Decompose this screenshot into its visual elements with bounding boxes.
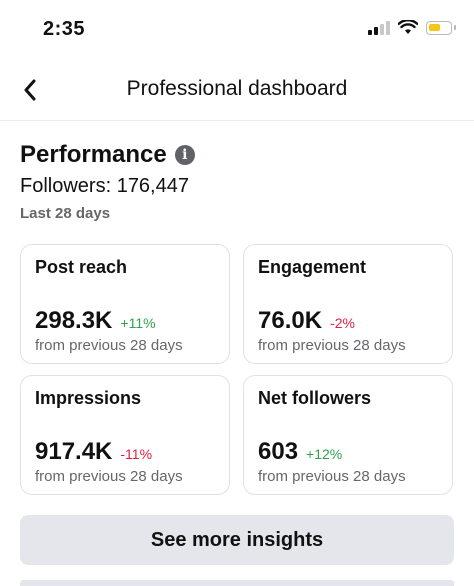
metric-value-row: 603 +12% xyxy=(258,438,342,466)
date-range-label: Last 28 days xyxy=(20,205,111,222)
battery-low-icon xyxy=(426,20,456,35)
metric-card-net-followers[interactable]: Net followers 603 +12% from previous 28 … xyxy=(243,375,453,495)
performance-heading: Performance i xyxy=(20,141,195,169)
metric-comparison: from previous 28 days xyxy=(35,468,183,485)
metric-delta: +12% xyxy=(306,446,343,462)
metric-comparison: from previous 28 days xyxy=(258,337,406,354)
status-time: 2:35 xyxy=(43,18,86,40)
status-bar: 2:35 xyxy=(0,0,474,60)
performance-title: Performance xyxy=(20,141,167,168)
metric-card-engagement[interactable]: Engagement 76.0K -2% from previous 28 da… xyxy=(243,244,453,364)
metric-value-row: 917.4K -11% xyxy=(35,438,152,466)
metric-label: Net followers xyxy=(258,388,372,408)
info-icon[interactable]: i xyxy=(174,145,195,165)
metric-value-row: 298.3K +11% xyxy=(35,307,156,335)
metric-delta: -2% xyxy=(330,315,355,331)
metric-card-post-reach[interactable]: Post reach 298.3K +11% from previous 28 … xyxy=(20,244,230,364)
metric-card-impressions[interactable]: Impressions 917.4K -11% from previous 28… xyxy=(20,375,230,495)
metric-value: 298.3K xyxy=(35,307,113,334)
metric-delta: -11% xyxy=(120,446,153,462)
metric-label: Impressions xyxy=(35,388,142,408)
metric-label: Post reach xyxy=(35,257,128,277)
followers-count: Followers: 176,447 xyxy=(20,175,189,197)
metric-value: 917.4K xyxy=(35,438,113,465)
metric-delta: +11% xyxy=(120,315,156,331)
metric-label: Engagement xyxy=(258,257,367,277)
see-more-insights-button[interactable]: See more insights xyxy=(20,515,454,565)
metric-comparison: from previous 28 days xyxy=(258,468,406,485)
metric-value-row: 76.0K -2% xyxy=(258,307,355,335)
metric-value: 76.0K xyxy=(258,307,323,334)
status-icons xyxy=(368,20,456,35)
wifi-icon xyxy=(398,20,418,34)
section-divider xyxy=(20,580,454,586)
cellular-signal-icon xyxy=(368,20,390,35)
top-app-bar: Professional dashboard xyxy=(0,60,474,121)
metric-value: 603 xyxy=(258,438,299,465)
page-title: Professional dashboard xyxy=(126,77,348,100)
metric-comparison: from previous 28 days xyxy=(35,337,183,354)
